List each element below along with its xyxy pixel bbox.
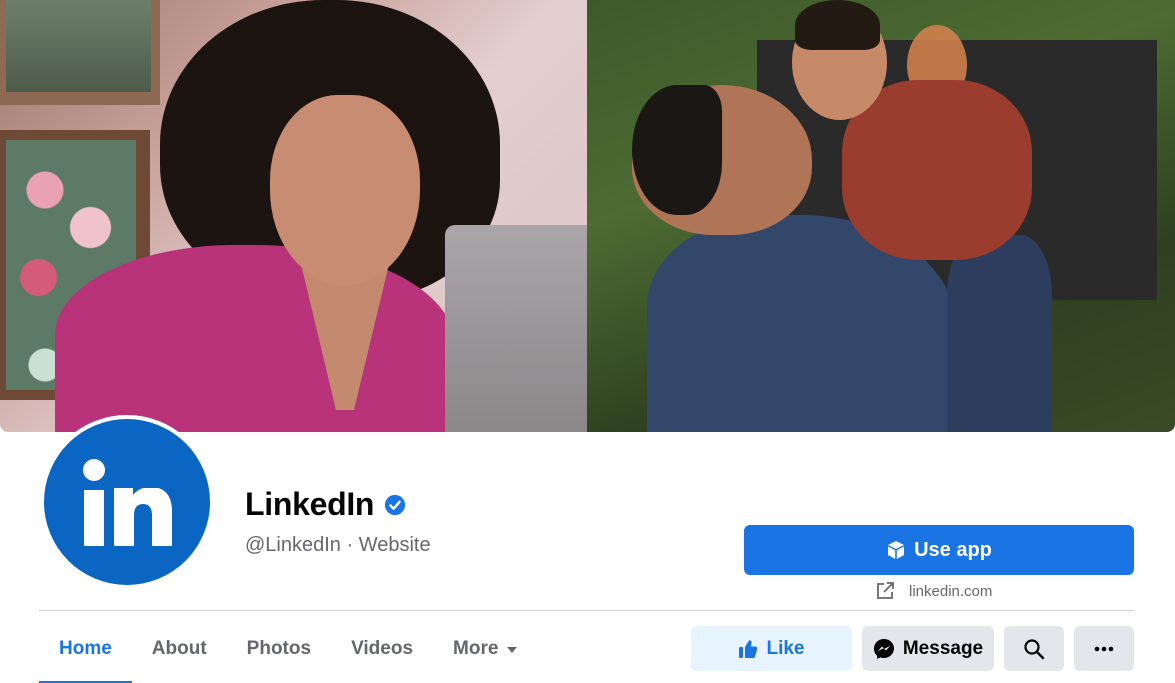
more-options-button[interactable] (1074, 626, 1134, 671)
search-icon (1024, 638, 1045, 659)
message-label: Message (902, 637, 984, 659)
tab-home[interactable]: Home (39, 624, 132, 683)
tab-videos[interactable]: Videos (331, 624, 433, 674)
thumbs-up-icon (739, 639, 758, 658)
page-name[interactable]: LinkedIn (245, 486, 374, 523)
like-label: Like (766, 637, 805, 659)
tab-photos[interactable]: Photos (227, 624, 331, 674)
divider (39, 610, 1134, 611)
message-button[interactable]: Message (862, 626, 994, 671)
tab-about[interactable]: About (132, 624, 227, 674)
page-subtitle: @LinkedIn · Website (245, 534, 431, 556)
verified-badge-icon (385, 494, 406, 515)
laptop (445, 225, 587, 432)
cover-image-father-child (587, 0, 1175, 432)
search-button[interactable] (1004, 626, 1064, 671)
website-link-text: linkedin.com (909, 582, 993, 600)
external-link-icon (877, 582, 894, 599)
page-tabs: Home About Photos Videos More (39, 624, 537, 683)
use-app-button[interactable]: Use app (744, 525, 1134, 575)
cube-icon (888, 541, 905, 559)
cover-image-woman (0, 0, 587, 432)
messenger-icon (873, 638, 894, 659)
ellipsis-icon (1094, 646, 1114, 651)
use-app-label: Use app (914, 538, 992, 561)
website-link[interactable]: linkedin.com (875, 581, 992, 601)
caret-down-icon (507, 647, 518, 653)
cover-photo[interactable] (0, 0, 1175, 432)
tab-more[interactable]: More (433, 624, 537, 674)
page-title: LinkedIn (245, 486, 406, 523)
linkedin-logo-icon (80, 455, 175, 550)
avatar[interactable] (44, 419, 210, 585)
like-button[interactable]: Like (691, 626, 852, 671)
